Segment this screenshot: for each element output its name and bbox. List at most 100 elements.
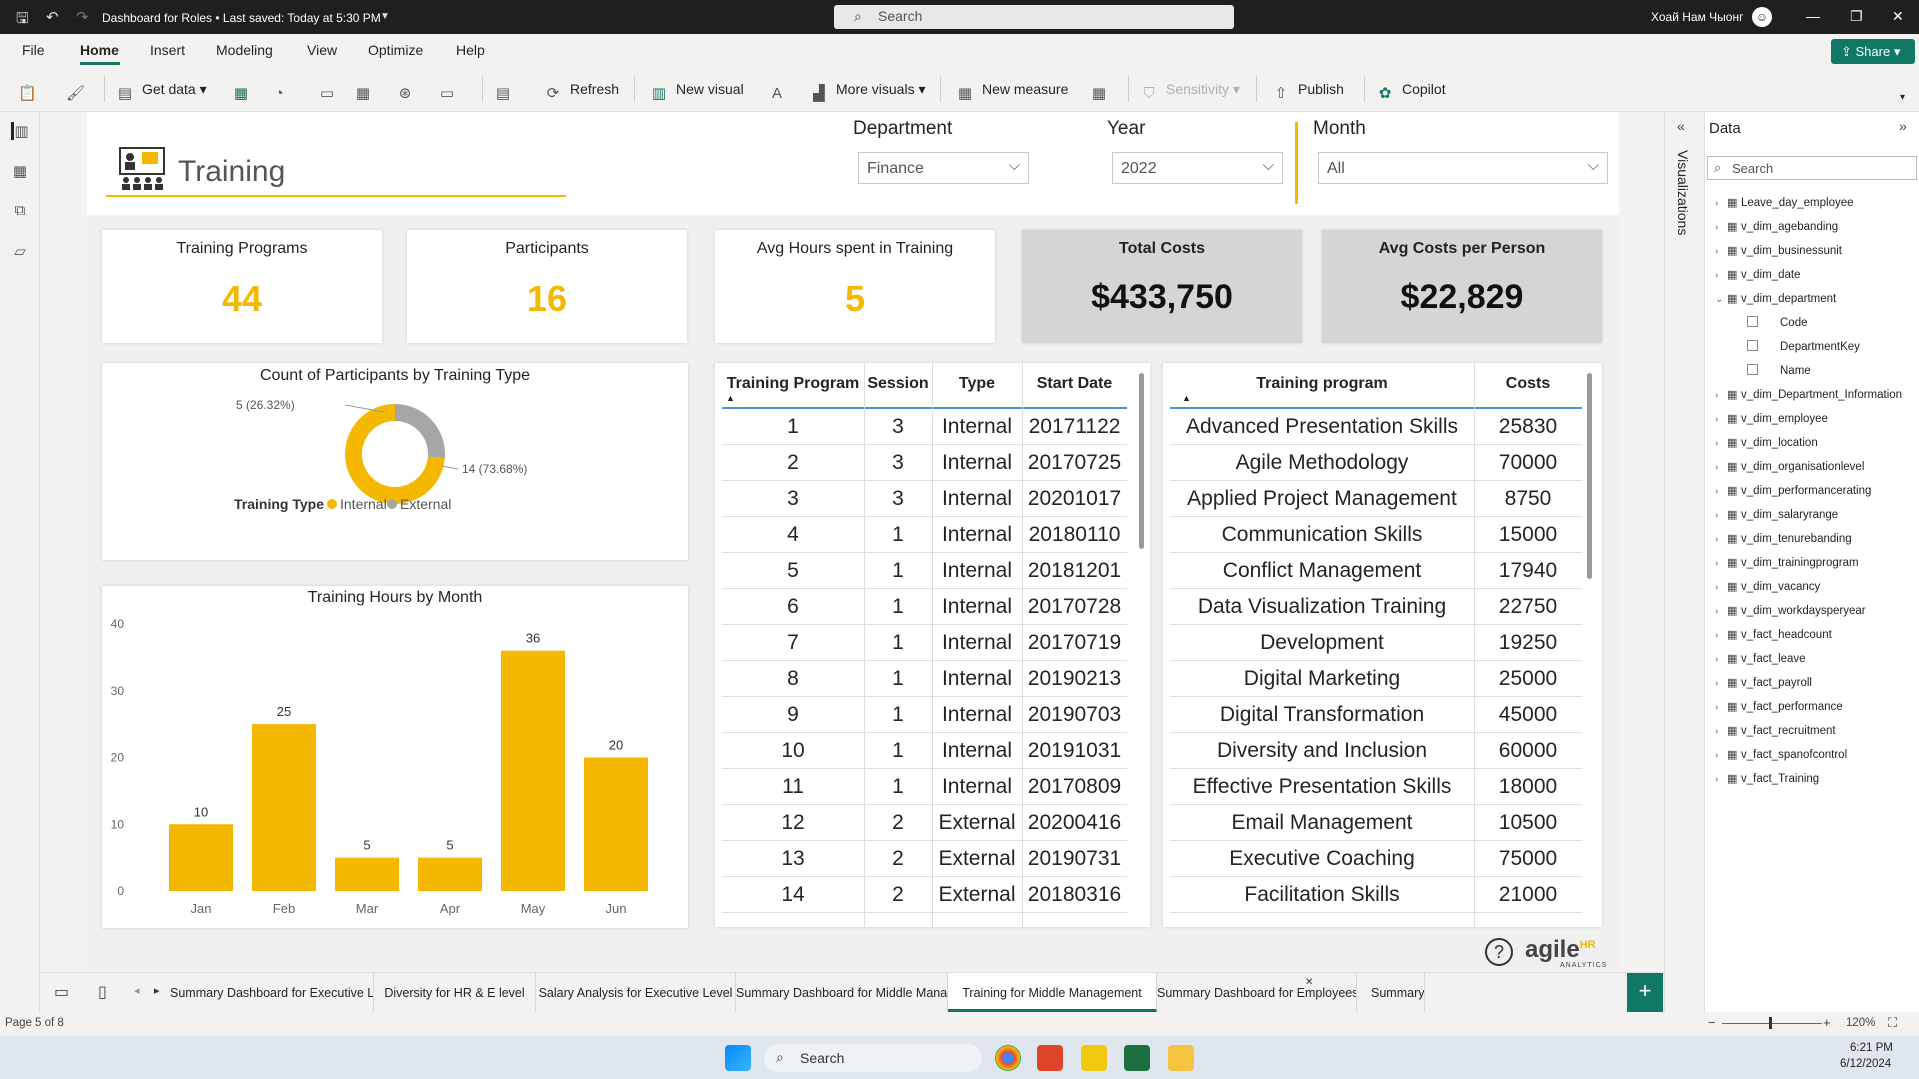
table-row[interactable]: 11 1 Internal 20170809 [722, 769, 1127, 805]
get-data-button[interactable]: ▤ Get data ▾ [116, 81, 207, 102]
table-row[interactable]: 14 2 External 20180316 [722, 877, 1127, 913]
data-table-item[interactable]: › ▦ v_fact_spanofcontrol [1715, 748, 1847, 761]
field-checkbox[interactable] [1747, 316, 1758, 327]
data-field-item[interactable]: DepartmentKey [1747, 340, 1860, 353]
collapse-right-icon[interactable]: » [1899, 118, 1907, 134]
mobile-layout-icon[interactable]: ▯ [98, 982, 107, 1002]
dataverse-button[interactable]: ⊛ [396, 81, 422, 102]
chevron-down-icon[interactable]: ⌄ [1715, 294, 1727, 305]
program-costs-table[interactable]: Training program Costs ▲ Advanced Presen… [1163, 363, 1602, 927]
table-row[interactable]: 5 1 Internal 20181201 [722, 553, 1127, 589]
zoom-slider[interactable] [1722, 1023, 1822, 1024]
zoom-out-icon[interactable]: − [1708, 1015, 1716, 1030]
enter-data-button[interactable]: ▦ [354, 81, 380, 102]
field-checkbox[interactable] [1747, 364, 1758, 375]
data-table-item[interactable]: › ▦ v_dim_workdaysperyear [1715, 604, 1866, 617]
table-row[interactable]: 8 1 Internal 20190213 [722, 661, 1127, 697]
file-explorer-icon[interactable] [1168, 1045, 1194, 1071]
close-icon[interactable]: ✕ [1892, 8, 1904, 25]
table-row[interactable]: Applied Project Management 8750 [1170, 481, 1582, 517]
chevron-right-icon[interactable]: › [1715, 750, 1727, 761]
recent-sources-button[interactable]: ▭ [438, 81, 464, 102]
chevron-right-icon[interactable]: › [1715, 414, 1727, 425]
table-row[interactable]: 2 3 Internal 20170725 [722, 445, 1127, 481]
format-painter-button[interactable]: 🖌 [66, 81, 92, 102]
data-table-item[interactable]: › ▦ v_dim_Department_Information [1715, 388, 1902, 401]
chevron-right-icon[interactable]: › [1715, 198, 1727, 209]
collapse-left-icon[interactable]: « [1677, 118, 1685, 134]
page-tab[interactable]: Salary Analysis for Executive Level [536, 973, 736, 1012]
sort-ascending-icon[interactable]: ▲ [726, 393, 735, 403]
table-row[interactable]: 6 1 Internal 20170728 [722, 589, 1127, 625]
title-search-box[interactable]: ⌕ Search [834, 5, 1234, 29]
table-row[interactable]: Communication Skills 15000 [1170, 517, 1582, 553]
sql-button[interactable]: ▭ [318, 81, 344, 102]
year-slicer[interactable]: 2022 ⌵ [1112, 152, 1283, 184]
paste-button[interactable]: 📋 [18, 81, 44, 102]
chevron-right-icon[interactable]: › [1715, 270, 1727, 281]
kpi-participants[interactable]: Participants 16 [407, 230, 687, 343]
data-table-item[interactable]: › ▦ v_dim_salaryrange [1715, 508, 1838, 521]
data-table-item[interactable]: › ▦ v_dim_businessunit [1715, 244, 1842, 257]
table-row[interactable]: Executive Coaching 75000 [1170, 841, 1582, 877]
data-table-item[interactable]: › ▦ Leave_day_employee [1715, 196, 1854, 209]
kpi-training-programs[interactable]: Training Programs 44 [102, 230, 382, 343]
table-row[interactable]: 1 3 Internal 20171122 [722, 409, 1127, 445]
table-row[interactable]: 12 2 External 20200416 [722, 805, 1127, 841]
vertical-scrollbar[interactable] [1587, 373, 1592, 579]
table-row[interactable]: 3 3 Internal 20201017 [722, 481, 1127, 517]
chevron-right-icon[interactable]: › [1715, 438, 1727, 449]
data-table-item[interactable]: › ▦ v_fact_recruitment [1715, 724, 1836, 737]
excel-icon[interactable] [1124, 1045, 1150, 1071]
month-slicer[interactable]: All ⌵ [1318, 152, 1608, 184]
table-row[interactable]: 9 1 Internal 20190703 [722, 697, 1127, 733]
data-table-item[interactable]: › ▦ v_dim_location [1715, 436, 1818, 449]
menu-file[interactable]: File [22, 42, 45, 58]
chevron-right-icon[interactable]: › [1715, 726, 1727, 737]
menu-home[interactable]: Home [80, 42, 119, 58]
kpi-avg-hours[interactable]: Avg Hours spent in Training 5 [715, 230, 995, 343]
column-header[interactable]: Costs [1474, 375, 1582, 393]
chevron-right-icon[interactable]: › [1715, 390, 1727, 401]
app-icon[interactable] [1037, 1045, 1063, 1071]
chevron-right-icon[interactable]: › [1715, 510, 1727, 521]
visualizations-label[interactable]: Visualizations [1675, 150, 1691, 235]
table-row[interactable]: Advanced Presentation Skills 25830 [1170, 409, 1582, 445]
data-search-input[interactable]: ⌕ Search [1707, 156, 1917, 180]
zoom-slider-thumb[interactable] [1769, 1017, 1772, 1029]
page-tab[interactable]: Summary D [1357, 973, 1425, 1012]
donut-chart-card[interactable]: Count of Participants by Training Type 1… [102, 363, 688, 560]
onelake-button[interactable]: ◔ [270, 81, 296, 103]
data-table-item[interactable]: › ▦ v_fact_leave [1715, 652, 1806, 665]
zoom-in-icon[interactable]: + [1823, 1015, 1831, 1030]
visualizations-pane-collapsed[interactable]: « Visualizations [1664, 112, 1704, 1012]
model-view-icon[interactable]: ⧉ [11, 202, 29, 220]
vertical-scrollbar[interactable] [1139, 373, 1144, 549]
chevron-right-icon[interactable]: › [1715, 462, 1727, 473]
fit-to-page-icon[interactable]: ⛶ [1888, 1015, 1897, 1031]
table-row[interactable]: Email Management 10500 [1170, 805, 1582, 841]
maximize-icon[interactable]: ❐ [1850, 8, 1863, 25]
menu-view[interactable]: View [307, 42, 337, 58]
more-visuals-button[interactable]: ▟ More visuals ▾ [810, 81, 925, 102]
department-slicer[interactable]: Finance ⌵ [858, 152, 1029, 184]
page-tab-active[interactable]: Training for Middle Management [948, 973, 1157, 1012]
data-table-item[interactable]: › ▦ v_fact_payroll [1715, 676, 1812, 689]
transform-button[interactable]: ▤ [494, 81, 520, 102]
add-page-button[interactable]: + [1627, 973, 1663, 1012]
table-row[interactable]: Diversity and Inclusion 60000 [1170, 733, 1582, 769]
data-table-item[interactable]: › ▦ v_dim_agebanding [1715, 220, 1838, 233]
new-visual-button[interactable]: ▥ New visual [650, 81, 744, 102]
table-row[interactable]: Digital Marketing 25000 [1170, 661, 1582, 697]
refresh-button[interactable]: ⟳ Refresh [544, 81, 619, 102]
minimize-icon[interactable]: — [1806, 8, 1820, 24]
menu-help[interactable]: Help [456, 42, 485, 58]
table-row[interactable]: Agile Methodology 70000 [1170, 445, 1582, 481]
scroll-right-icon[interactable]: ▸ [154, 984, 160, 997]
kpi-total-costs[interactable]: Total Costs $433,750 [1022, 230, 1302, 343]
data-table-item[interactable]: › ▦ v_dim_tenurebanding [1715, 532, 1852, 545]
user-name[interactable]: Хоай Нам Чыонг [1651, 10, 1743, 24]
chevron-right-icon[interactable]: › [1715, 558, 1727, 569]
avatar[interactable]: ☺ [1752, 7, 1772, 27]
scroll-left-icon[interactable]: ◂ [134, 984, 140, 997]
